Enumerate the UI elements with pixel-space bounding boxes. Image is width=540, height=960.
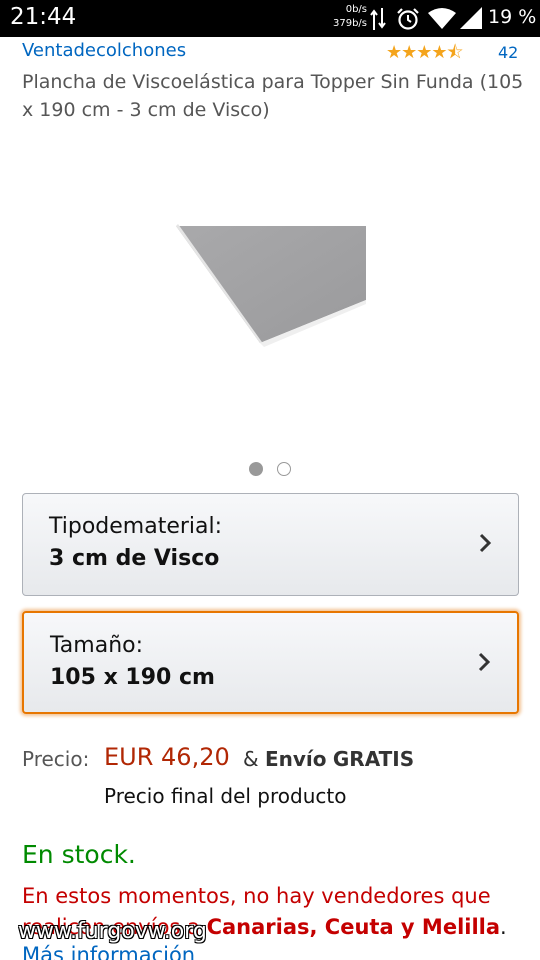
pager-dot-active[interactable] — [249, 462, 263, 476]
price-note: Precio final del producto — [104, 784, 347, 808]
battery-level: 19 % — [488, 6, 537, 28]
product-image[interactable] — [150, 200, 390, 370]
shipping-info: & Envío GRATIS — [243, 747, 414, 771]
chevron-right-icon — [478, 652, 491, 672]
shipping-free: GRATIS — [332, 747, 415, 771]
price-amount: EUR 46,20 — [104, 743, 230, 771]
ampersand: & — [243, 747, 259, 771]
price-label: Precio: — [22, 747, 90, 771]
material-selector[interactable]: Tipodematerial: 3 cm de Visco — [22, 493, 519, 596]
network-upload: 0b/s — [345, 4, 367, 15]
image-pager[interactable] — [249, 462, 293, 478]
wifi-icon — [428, 8, 456, 29]
size-selector[interactable]: Tamaño: 105 x 190 cm — [22, 611, 519, 714]
material-label: Tipodematerial: — [49, 514, 223, 539]
warning-end: . — [500, 915, 507, 939]
pager-dot[interactable] — [277, 462, 291, 476]
signal-icon — [460, 7, 482, 29]
size-value: 105 x 190 cm — [50, 665, 215, 690]
more-info-link[interactable]: Más información — [22, 943, 195, 960]
network-speed: 0b/s 379b/s — [327, 3, 367, 31]
shipping-word: Envío — [264, 747, 327, 771]
rating-stars[interactable]: ★★★★⯪ — [386, 40, 464, 70]
network-download: 379b/s — [332, 18, 367, 29]
alarm-icon — [397, 8, 419, 30]
status-time: 21:44 — [10, 4, 77, 30]
chevron-right-icon — [479, 533, 492, 553]
status-bar: 21:44 0b/s 379b/s 19 % — [0, 0, 540, 37]
size-label: Tamaño: — [50, 633, 144, 658]
rating-count[interactable]: 42 — [498, 43, 518, 62]
product-title: Plancha de Viscoelástica para Topper Sin… — [22, 71, 524, 121]
watermark: www.furgovw.org — [18, 919, 207, 944]
material-value: 3 cm de Visco — [49, 546, 220, 571]
stock-status: En stock. — [22, 840, 136, 869]
brand-link[interactable]: Ventadecolchones — [22, 40, 186, 61]
warning-regions: Canarias, Ceuta y Melilla — [206, 915, 501, 939]
data-transfer-icon — [370, 8, 386, 30]
